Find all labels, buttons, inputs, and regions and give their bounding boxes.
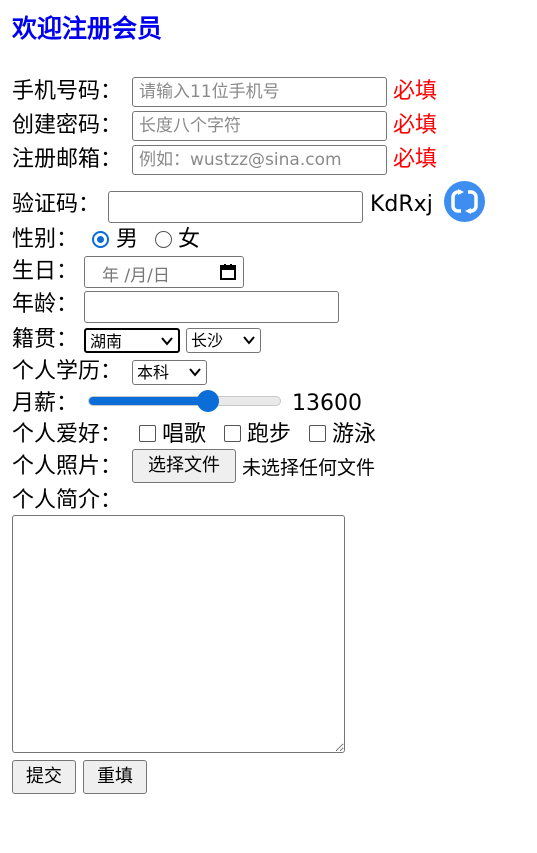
chevron-down-icon [161,337,173,346]
hobby-singing-label: 唱歌 [162,422,207,447]
age-input[interactable] [84,291,339,323]
reset-button[interactable]: 重填 [83,760,147,794]
photo-label: 个人照片： [12,454,123,479]
province-value: 湖南 [90,332,123,351]
gender-female-label: 女 [178,227,201,252]
phone-input[interactable] [132,77,387,107]
gender-female-radio[interactable] [155,231,172,248]
email-required-mark: 必填 [393,147,438,172]
submit-button[interactable]: 提交 [12,760,76,794]
native-place-label: 籍贯： [12,327,79,352]
password-label: 创建密码： [12,113,123,138]
salary-label: 月薪： [12,391,79,416]
email-label: 注册邮箱： [12,147,123,172]
province-select[interactable]: 湖南 [84,328,180,353]
city-value: 长沙 [191,331,224,350]
password-required-mark: 必填 [393,113,438,138]
gender-male-label: 男 [116,227,139,252]
intro-textarea[interactable] [12,515,345,753]
salary-slider-track [88,396,281,406]
hobby-swimming-label: 游泳 [332,422,377,447]
password-input[interactable] [132,111,387,141]
gender-label: 性别： [12,227,79,252]
hobby-running-checkbox[interactable] [224,425,241,442]
salary-value: 13600 [292,391,362,416]
birthday-label: 生日： [12,259,79,284]
education-value: 本科 [137,363,170,382]
hobby-swimming-checkbox[interactable] [309,425,326,442]
education-label: 个人学历： [12,359,123,384]
captcha-code: KdRxj [370,192,433,217]
education-select[interactable]: 本科 [132,360,207,385]
salary-slider-fill [89,397,210,405]
calendar-icon[interactable] [219,263,237,281]
captcha-label: 验证码： [12,192,101,217]
file-status: 未选择任何文件 [242,457,376,479]
age-label: 年龄： [12,292,79,317]
chevron-down-icon [243,336,255,345]
captcha-input[interactable] [108,191,363,223]
refresh-icon[interactable] [444,181,485,222]
birthday-input[interactable]: 年 /月/日 [84,256,244,288]
hobbies-label: 个人爱好： [12,422,123,447]
intro-label: 个人简介： [12,488,123,513]
hobby-running-label: 跑步 [247,422,292,447]
chevron-down-icon [189,368,201,377]
email-input[interactable] [132,145,387,175]
page-title: 欢迎注册会员 [12,14,163,43]
choose-file-button[interactable]: 选择文件 [132,449,236,483]
birthday-placeholder: 年 /月/日 [102,266,170,286]
city-select[interactable]: 长沙 [186,328,261,353]
hobby-singing-checkbox[interactable] [139,425,156,442]
salary-slider-thumb[interactable] [197,390,220,412]
gender-male-radio[interactable] [92,231,109,248]
salary-slider[interactable] [88,390,281,412]
phone-label: 手机号码： [12,79,123,104]
phone-required-mark: 必填 [393,79,438,104]
